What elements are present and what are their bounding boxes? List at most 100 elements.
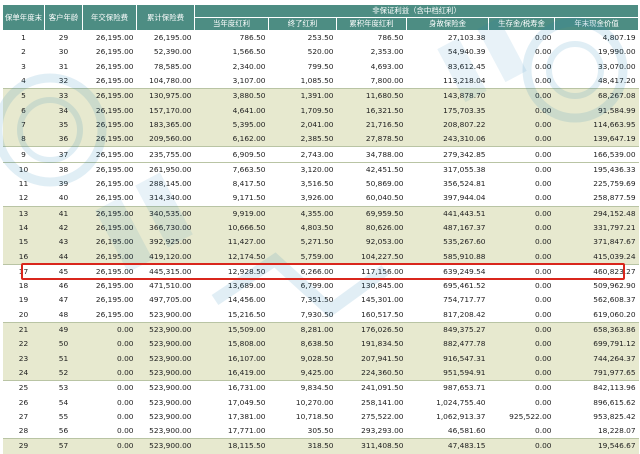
table-cell: 43: [44, 235, 83, 250]
table-cell: 294,152.48: [554, 206, 639, 221]
table-header: 保单年度末 客户年龄 年交保险费 累计保险费 非保证利益（含中档红利） 当年度红…: [2, 4, 640, 31]
table-cell: 0.00: [82, 365, 137, 382]
table-cell: 12: [2, 191, 45, 207]
header-annual-premium: 年交保险费: [82, 4, 137, 31]
table-cell: 487,167.37: [406, 220, 489, 236]
table-cell: 471,510.00: [136, 279, 195, 294]
table-cell: 1,709.50: [268, 103, 337, 118]
table-cell: 951,594.91: [406, 365, 489, 382]
table-cell: 26,195.00: [82, 235, 137, 250]
table-cell: 18,228.07: [554, 424, 639, 440]
table-cell: 34,788.00: [336, 146, 407, 163]
table-cell: 26,195.00: [82, 162, 137, 177]
table-row: 15 43 26,195.00 392,925.00 11,427.00 5,271.50…: [2, 235, 639, 250]
table-row: 12 40 26,195.00 314,340.00 9,171.50 3,926.00 6…: [2, 191, 639, 207]
table-cell: 16,107.00: [194, 351, 269, 366]
table-cell: 224,360.50: [336, 365, 407, 382]
table-cell: 39: [44, 176, 83, 192]
table-cell: 4,693.00: [336, 59, 407, 74]
table-cell: 639,249.54: [406, 264, 489, 280]
table-cell: 14: [2, 220, 45, 236]
table-cell: 54,940.39: [406, 45, 489, 60]
table-cell: 0.00: [488, 293, 555, 308]
table-cell: 523,900.00: [136, 409, 195, 425]
table-cell: 562,608.37: [554, 293, 639, 308]
table-row: 4 32 26,195.00 104,780.00 3,107.00 1,085.50 7,…: [2, 73, 639, 90]
table-cell: 235,755.00: [136, 146, 195, 163]
table-cell: 6: [2, 103, 45, 118]
table-cell: 509,962.90: [554, 279, 639, 294]
table-cell: 26,195.00: [82, 45, 137, 60]
table-cell: 0.00: [488, 206, 555, 221]
table-cell: 4,641.00: [194, 103, 269, 118]
table-row: 25 53 0.00 523,900.00 16,731.00 9,834.50 241,0…: [2, 380, 639, 396]
table-cell: 48,417.20: [554, 73, 639, 90]
table-cell: 23: [2, 351, 45, 366]
table-cell: 4,807.19: [554, 30, 639, 46]
table-cell: 176,026.50: [336, 322, 407, 338]
table-cell: 5,759.00: [268, 249, 337, 265]
header-cumulative-premium: 累计保险费: [136, 4, 195, 31]
table-cell: 207,941.50: [336, 351, 407, 366]
table-cell: 12,928.50: [194, 264, 269, 280]
table-cell: 40: [44, 191, 83, 207]
table-cell: 279,342.85: [406, 146, 489, 163]
table-cell: 47,483.15: [406, 438, 489, 454]
table-cell: 441,443.51: [406, 206, 489, 221]
table-cell: 1,062,913.37: [406, 409, 489, 425]
table-cell: 356,524.81: [406, 176, 489, 192]
table-cell: 786.50: [336, 30, 407, 46]
table-cell: 987,653.71: [406, 380, 489, 396]
table-cell: 5,395.00: [194, 117, 269, 133]
table-cell: 139,647.19: [554, 132, 639, 148]
table-cell: 5: [2, 88, 45, 104]
table-cell: 10: [2, 162, 45, 177]
table-cell: 754,717.77: [406, 293, 489, 308]
table-cell: 11,427.00: [194, 235, 269, 250]
table-cell: 261,950.00: [136, 162, 195, 177]
table-cell: 26,195.00: [82, 146, 137, 163]
table-cell: 392,925.00: [136, 235, 195, 250]
table-cell: 15,509.00: [194, 322, 269, 338]
table-cell: 0.00: [488, 176, 555, 192]
table-cell: 305.50: [268, 424, 337, 440]
table-cell: 26,195.00: [82, 103, 137, 118]
table-cell: 1,085.50: [268, 73, 337, 90]
table-cell: 0.00: [488, 337, 555, 352]
table-cell: 32: [44, 73, 83, 90]
table-cell: 0.00: [82, 395, 137, 410]
table-cell: 0.00: [488, 59, 555, 74]
table-cell: 6,162.00: [194, 132, 269, 148]
table-cell: 799.50: [268, 59, 337, 74]
table-cell: 42: [44, 220, 83, 236]
table-cell: 27,878.50: [336, 132, 407, 148]
table-cell: 0.00: [488, 424, 555, 440]
table-cell: 415,039.24: [554, 249, 639, 265]
table-row: 8 36 26,195.00 209,560.00 6,162.00 2,385.50 27…: [2, 132, 639, 148]
table-cell: 8: [2, 132, 45, 148]
table-row: 24 52 0.00 523,900.00 16,419.00 9,425.00 224,3…: [2, 365, 639, 382]
table-cell: 41: [44, 206, 83, 221]
table-cell: 0.00: [488, 88, 555, 104]
table-row: 16 44 26,195.00 419,120.00 12,174.50 5,759.00…: [2, 249, 639, 265]
header-cash-value: 年末现金价值: [553, 17, 640, 31]
table-cell: 340,535.00: [136, 206, 195, 221]
table-cell: 523,900.00: [136, 380, 195, 396]
table-cell: 160,517.50: [336, 307, 407, 323]
table-cell: 0.00: [488, 307, 555, 323]
table-cell: 849,375.27: [406, 322, 489, 338]
table-cell: 48: [44, 307, 83, 323]
table-cell: 523,900.00: [136, 438, 195, 454]
table-cell: 78,585.00: [136, 59, 195, 74]
table-cell: 26,195.00: [82, 73, 137, 90]
table-row: 5 33 26,195.00 130,975.00 3,880.50 1,391.00 11…: [2, 88, 639, 104]
table-cell: 209,560.00: [136, 132, 195, 148]
header-annual-bonus: 当年度红利: [194, 17, 269, 31]
table-cell: 3,926.00: [268, 191, 337, 207]
table-cell: 46,581.60: [406, 424, 489, 440]
table-cell: 0.00: [82, 409, 137, 425]
table-cell: 7,930.50: [268, 307, 337, 323]
table-cell: 0.00: [488, 45, 555, 60]
table-cell: 26,195.00: [82, 117, 137, 133]
table-cell: 331,797.21: [554, 220, 639, 236]
